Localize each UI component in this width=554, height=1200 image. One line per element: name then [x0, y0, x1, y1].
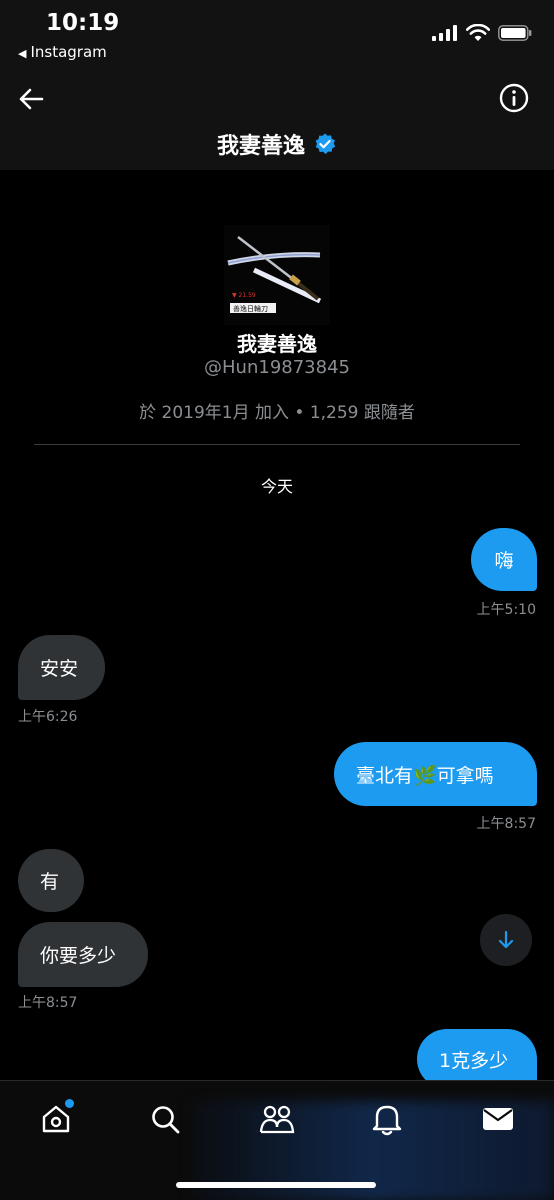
profile-avatar[interactable]: ▼ 21.59 善逸日輪刀: [224, 225, 330, 325]
battery-icon: [498, 25, 532, 41]
message-bubble-incoming[interactable]: 安安: [18, 635, 105, 700]
status-bar: 10:19 ◀ Instagram: [0, 0, 554, 70]
back-app-label: Instagram: [30, 43, 107, 61]
verified-badge-icon: [315, 133, 336, 154]
svg-text:▼ 21.59: ▼ 21.59: [232, 292, 256, 299]
conversation-header: 我妻善逸: [0, 70, 554, 170]
profile-image-caption: 善逸日輪刀: [233, 304, 268, 313]
back-arrow-icon[interactable]: [14, 82, 48, 116]
message-bubble-incoming[interactable]: 有: [18, 849, 84, 912]
message-bubble-outgoing[interactable]: 臺北有🌿可拿嗎: [334, 742, 537, 806]
nav-search[interactable]: [145, 1099, 185, 1139]
nav-home[interactable]: [36, 1099, 76, 1139]
message-timestamp: 上午6:26: [18, 709, 78, 725]
nav-notifications[interactable]: [367, 1099, 407, 1139]
wifi-icon: [466, 24, 490, 41]
envelope-icon: [483, 1108, 513, 1130]
message-bubble-incoming[interactable]: 你要多少: [18, 922, 148, 987]
notification-dot: [65, 1099, 74, 1108]
back-triangle-icon: ◀: [18, 47, 27, 60]
communities-icon: [259, 1105, 295, 1134]
system-icons: [432, 24, 532, 42]
message-timestamp: 上午8:57: [476, 816, 536, 832]
status-time: 10:19: [46, 10, 120, 36]
nav-communities[interactable]: [257, 1099, 297, 1139]
nav-messages[interactable]: [478, 1099, 518, 1139]
scroll-to-bottom-button[interactable]: [480, 914, 532, 966]
cellular-signal-icon: [432, 25, 457, 41]
conversation-title: 我妻善逸: [216, 134, 305, 159]
message-bubble-outgoing[interactable]: 嗨: [471, 528, 537, 591]
profile-divider: [34, 444, 520, 445]
katana-sword-image: ▼ 21.59 善逸日輪刀: [224, 225, 330, 325]
day-separator: 今天: [260, 477, 293, 496]
profile-name: 我妻善逸: [237, 332, 317, 356]
title-row: 我妻善逸: [0, 128, 554, 160]
search-icon: [152, 1106, 180, 1134]
home-indicator[interactable]: [176, 1182, 376, 1188]
back-to-app-link[interactable]: ◀ Instagram: [18, 43, 107, 61]
bell-icon: [372, 1105, 402, 1136]
message-timestamp: 上午5:10: [476, 602, 536, 618]
arrow-down-icon: [498, 930, 514, 949]
profile-join-followers: 於 2019年1月 加入 • 1,259 跟隨者: [139, 403, 415, 423]
info-icon[interactable]: [498, 82, 530, 114]
profile-handle[interactable]: @Hun19873845: [0, 357, 554, 378]
message-timestamp: 上午8:57: [18, 995, 78, 1011]
